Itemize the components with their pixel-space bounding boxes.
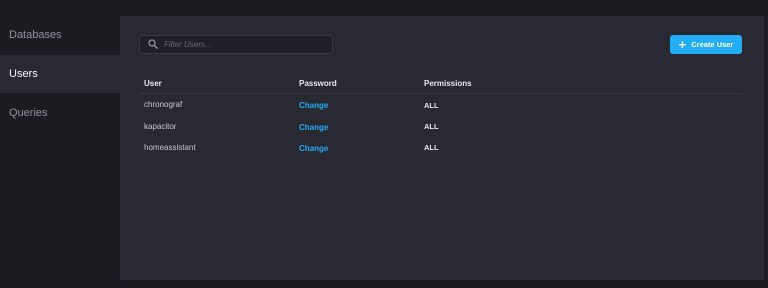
plus-icon: + — [678, 37, 687, 52]
header-divider — [139, 93, 742, 94]
user-name: homeassistant — [144, 143, 196, 152]
permissions-value: ALL — [424, 122, 439, 131]
filter-users-field[interactable] — [139, 35, 333, 54]
user-name: kapacitor — [144, 122, 177, 131]
column-header-permissions: Permissions — [424, 79, 472, 88]
sidebar-item-queries[interactable]: Queries — [0, 94, 120, 132]
column-header-user: User — [144, 79, 162, 88]
change-password-link[interactable]: Change — [299, 101, 328, 110]
sidebar-item-label: Databases — [9, 29, 62, 41]
create-user-label: Create User — [691, 40, 734, 49]
sidebar-item-label: Users — [9, 68, 38, 80]
sidebar-item-databases[interactable]: Databases — [0, 16, 120, 54]
filter-users-input[interactable] — [164, 37, 324, 52]
column-header-password: Password — [299, 79, 337, 88]
sidebar-item-label: Queries — [9, 107, 48, 119]
sidebar-item-users[interactable]: Users — [0, 55, 120, 93]
permissions-value: ALL — [424, 101, 439, 110]
search-icon — [148, 36, 158, 54]
user-name: chronograf — [144, 100, 183, 109]
create-user-button[interactable]: + Create User — [670, 35, 742, 54]
permissions-value: ALL — [424, 143, 439, 152]
sidebar: Databases Users Queries — [0, 0, 120, 288]
change-password-link[interactable]: Change — [299, 123, 328, 132]
users-panel: + Create User User Password Permissions … — [120, 16, 764, 280]
change-password-link[interactable]: Change — [299, 144, 328, 153]
